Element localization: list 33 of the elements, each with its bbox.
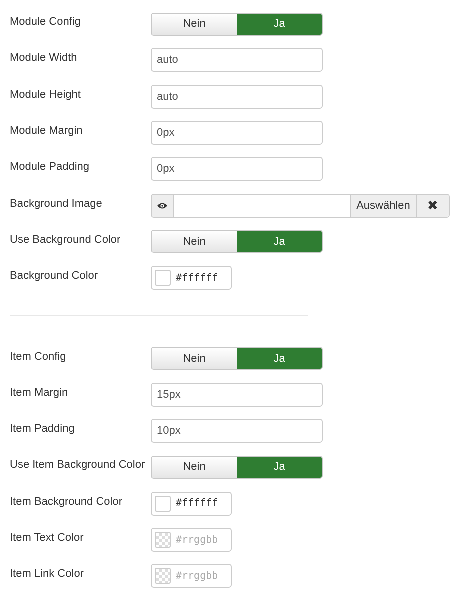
field-label: Module Width <box>9 52 78 64</box>
field-label: Use Background Color <box>9 234 122 246</box>
toggle-option[interactable]: Ja <box>237 348 322 370</box>
color-swatch <box>155 496 171 512</box>
transparent-swatch <box>155 568 171 584</box>
field-label: Background Color <box>9 270 100 282</box>
field-label: Item Padding <box>9 423 76 436</box>
field-label: Background Image <box>9 198 104 210</box>
text-field[interactable]: 10px <box>151 419 323 444</box>
toggle-option[interactable]: Nein <box>152 456 237 478</box>
field-label: Module Config <box>9 16 82 28</box>
field-label: Item Link Color <box>9 568 85 580</box>
field-label: Item Config <box>9 350 68 363</box>
text-field[interactable]: auto <box>151 48 323 72</box>
field-label: Module Margin <box>9 125 84 138</box>
text-field[interactable]: 15px <box>151 382 323 407</box>
toggle-option[interactable]: Ja <box>237 231 322 252</box>
field-label: Use Item Background Color <box>9 459 146 472</box>
field-label: Module Height <box>9 88 82 101</box>
field-label: Item Margin <box>9 386 70 399</box>
toggle-option[interactable]: Nein <box>152 348 237 370</box>
field-label: Item Text Color <box>9 532 85 544</box>
toggle-option[interactable]: Nein <box>152 14 237 35</box>
color-swatch <box>155 270 171 286</box>
field-label: Item Background Color <box>9 496 124 508</box>
text-field[interactable]: 0px <box>151 121 323 146</box>
toggle-option[interactable]: Ja <box>237 14 322 35</box>
toggle-option[interactable]: Ja <box>237 456 322 478</box>
toggle-option[interactable]: Nein <box>152 231 237 252</box>
field-label: Module Padding <box>9 161 91 174</box>
transparent-swatch <box>155 532 171 548</box>
text-field[interactable]: 0px <box>151 157 323 182</box>
text-field[interactable]: auto <box>151 84 323 109</box>
